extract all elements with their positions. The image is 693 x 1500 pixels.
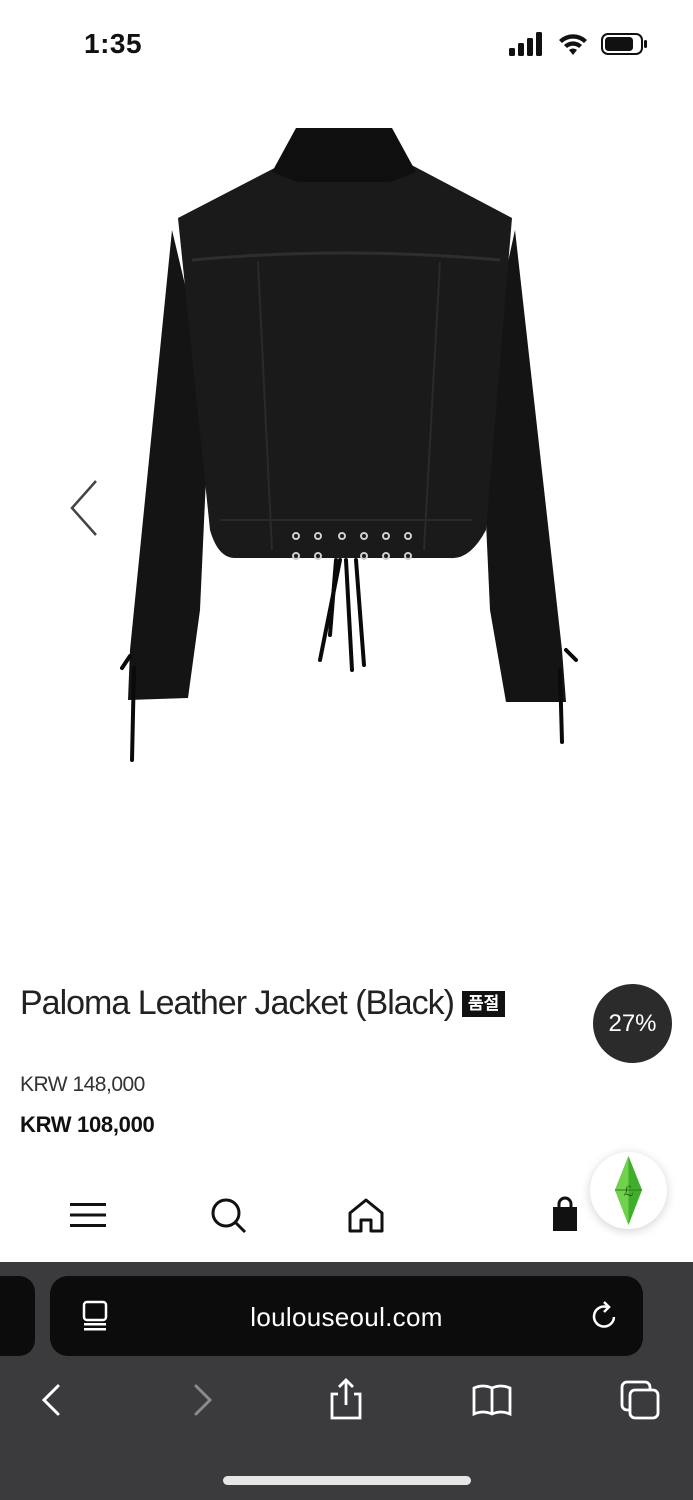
discount-badge: 27%	[593, 984, 672, 1063]
status-time: 1:35	[84, 28, 143, 59]
soldout-badge: 품절	[461, 990, 506, 1017]
signal-icon	[509, 32, 542, 56]
status-icons	[509, 32, 649, 56]
back-icon[interactable]	[30, 1378, 74, 1422]
bookmarks-icon[interactable]	[470, 1378, 514, 1422]
battery-icon	[601, 33, 647, 55]
sale-price: KRW 108,000	[20, 1112, 155, 1137]
forward-icon[interactable]	[180, 1378, 224, 1422]
original-price: KRW 148,000	[20, 1073, 145, 1096]
search-icon[interactable]	[208, 1195, 248, 1235]
wifi-icon	[559, 34, 587, 55]
status-bar: 1:35	[0, 0, 693, 90]
url-text[interactable]: loulouseoul.com	[0, 1302, 693, 1333]
product-title: Paloma Leather Jacket (Black)	[20, 984, 455, 1022]
share-icon[interactable]	[324, 1378, 368, 1422]
svg-text:ℒ: ℒ	[623, 1184, 633, 1200]
floating-logo-button[interactable]: ℒ	[590, 1152, 667, 1229]
plumbob-logo-icon: ℒ	[615, 1156, 642, 1225]
shopping-bag-icon[interactable]	[545, 1195, 585, 1235]
product-image[interactable]	[0, 90, 693, 950]
product-title-row: Paloma Leather Jacket (Black) 품절	[20, 984, 506, 1023]
tabs-icon[interactable]	[618, 1378, 662, 1422]
home-icon[interactable]	[346, 1195, 386, 1235]
carousel-prev-icon[interactable]	[60, 475, 110, 545]
menu-icon[interactable]	[68, 1195, 108, 1235]
home-indicator	[223, 1476, 471, 1485]
